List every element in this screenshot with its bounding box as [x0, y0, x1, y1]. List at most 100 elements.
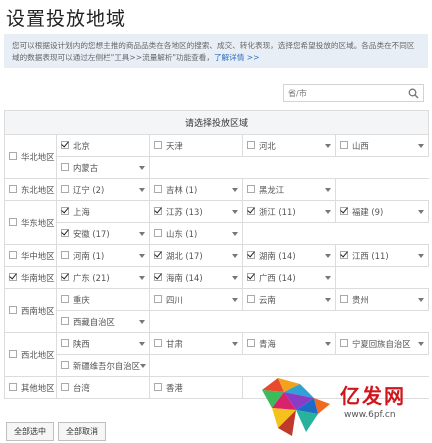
- province-checkbox[interactable]: [61, 184, 69, 193]
- province-checkbox[interactable]: [247, 272, 255, 281]
- region-group-cell[interactable]: 其他地区: [4, 376, 57, 399]
- chevron-down-icon[interactable]: [232, 341, 238, 346]
- province-cell[interactable]: 吉林 (1): [149, 178, 243, 201]
- province-cell[interactable]: 重庆: [56, 288, 150, 311]
- region-group-cell[interactable]: 华中地区: [4, 244, 57, 267]
- chevron-down-icon[interactable]: [325, 209, 331, 214]
- chevron-down-icon[interactable]: [139, 253, 145, 258]
- province-cell[interactable]: 北京: [56, 134, 150, 157]
- chevron-down-icon[interactable]: [139, 319, 145, 324]
- province-checkbox[interactable]: [61, 140, 69, 149]
- chevron-down-icon[interactable]: [139, 341, 145, 346]
- province-cell[interactable]: 云南: [242, 288, 336, 311]
- region-group-checkbox[interactable]: [9, 185, 17, 193]
- province-checkbox[interactable]: [154, 184, 162, 193]
- chevron-down-icon[interactable]: [140, 363, 146, 368]
- region-group-checkbox[interactable]: [9, 350, 17, 358]
- province-cell[interactable]: 内蒙古: [56, 156, 150, 179]
- province-checkbox[interactable]: [340, 294, 348, 303]
- chevron-down-icon[interactable]: [325, 341, 331, 346]
- cancel-all-button[interactable]: 全部取消: [58, 422, 106, 441]
- province-cell[interactable]: 辽宁 (2): [56, 178, 150, 201]
- province-checkbox[interactable]: [154, 206, 162, 215]
- province-cell[interactable]: 湖北 (17): [149, 244, 243, 267]
- province-checkbox[interactable]: [61, 228, 69, 237]
- province-cell[interactable]: 河北: [242, 134, 336, 157]
- province-checkbox[interactable]: [154, 338, 162, 347]
- province-checkbox[interactable]: [154, 250, 162, 259]
- region-group-cell[interactable]: 华南地区: [4, 266, 57, 289]
- region-group-checkbox[interactable]: [9, 218, 17, 226]
- province-cell[interactable]: 江苏 (13): [149, 200, 243, 223]
- region-group-checkbox[interactable]: [9, 306, 17, 314]
- region-group-checkbox[interactable]: [9, 251, 17, 259]
- province-cell[interactable]: 贵州: [334, 288, 430, 311]
- chevron-down-icon[interactable]: [325, 253, 331, 258]
- region-group-cell[interactable]: 西南地区: [4, 288, 57, 333]
- chevron-down-icon[interactable]: [418, 297, 425, 302]
- chevron-down-icon[interactable]: [232, 187, 238, 192]
- chevron-down-icon[interactable]: [139, 187, 145, 192]
- province-cell[interactable]: 陕西: [56, 332, 150, 355]
- province-checkbox[interactable]: [154, 294, 162, 303]
- province-cell[interactable]: 香港: [149, 376, 243, 399]
- chevron-down-icon[interactable]: [232, 275, 238, 280]
- province-cell[interactable]: 上海: [56, 200, 150, 223]
- region-group-checkbox[interactable]: [9, 152, 17, 160]
- province-checkbox[interactable]: [154, 272, 162, 281]
- province-cell[interactable]: 广西 (14): [242, 266, 336, 289]
- province-checkbox[interactable]: [340, 206, 348, 215]
- province-cell[interactable]: 海南 (14): [149, 266, 243, 289]
- province-checkbox[interactable]: [340, 140, 348, 149]
- province-cell[interactable]: 河南 (1): [56, 244, 150, 267]
- province-cell[interactable]: 黑龙江: [242, 178, 336, 201]
- province-cell[interactable]: 山西: [334, 134, 430, 157]
- province-cell[interactable]: 宁夏回族自治区: [334, 332, 430, 355]
- province-checkbox[interactable]: [247, 338, 255, 347]
- province-checkbox[interactable]: [61, 162, 69, 171]
- province-checkbox[interactable]: [247, 250, 255, 259]
- province-checkbox[interactable]: [154, 228, 162, 237]
- province-checkbox[interactable]: [61, 250, 69, 259]
- province-checkbox[interactable]: [61, 316, 69, 325]
- province-checkbox[interactable]: [247, 184, 255, 193]
- chevron-down-icon[interactable]: [139, 165, 145, 170]
- chevron-down-icon[interactable]: [325, 275, 331, 280]
- province-cell[interactable]: 江西 (11): [334, 244, 430, 267]
- province-checkbox[interactable]: [61, 382, 69, 391]
- province-cell[interactable]: 四川: [149, 288, 243, 311]
- chevron-down-icon[interactable]: [325, 143, 331, 148]
- chevron-down-icon[interactable]: [418, 253, 425, 258]
- province-cell[interactable]: 湖南 (14): [242, 244, 336, 267]
- province-checkbox[interactable]: [61, 360, 69, 369]
- province-cell[interactable]: 山东 (1): [149, 222, 243, 245]
- chevron-down-icon[interactable]: [139, 275, 145, 280]
- province-cell[interactable]: 青海: [242, 332, 336, 355]
- learn-more-link[interactable]: 了解详情 >>: [214, 53, 260, 62]
- chevron-down-icon[interactable]: [418, 341, 425, 346]
- chevron-down-icon[interactable]: [139, 231, 145, 236]
- province-cell[interactable]: 安徽 (17): [56, 222, 150, 245]
- region-group-checkbox[interactable]: [9, 383, 17, 391]
- province-checkbox[interactable]: [154, 382, 162, 391]
- chevron-down-icon[interactable]: [418, 209, 425, 214]
- province-checkbox[interactable]: [61, 294, 69, 303]
- province-cell[interactable]: 西藏自治区: [56, 310, 150, 333]
- province-checkbox[interactable]: [61, 272, 69, 281]
- region-group-cell[interactable]: 西北地区: [4, 332, 57, 377]
- province-cell[interactable]: 甘肃: [149, 332, 243, 355]
- chevron-down-icon[interactable]: [325, 297, 331, 302]
- province-checkbox[interactable]: [247, 140, 255, 149]
- chevron-down-icon[interactable]: [232, 297, 238, 302]
- chevron-down-icon[interactable]: [232, 253, 238, 258]
- province-cell[interactable]: 台湾: [56, 376, 150, 399]
- region-group-cell[interactable]: 华北地区: [4, 134, 57, 179]
- province-cell[interactable]: 天津: [149, 134, 243, 157]
- province-cell[interactable]: 浙江 (11): [242, 200, 336, 223]
- province-cell[interactable]: 福建 (9): [334, 200, 430, 223]
- province-checkbox[interactable]: [247, 294, 255, 303]
- province-checkbox[interactable]: [154, 140, 162, 149]
- region-group-checkbox[interactable]: [9, 273, 17, 281]
- chevron-down-icon[interactable]: [232, 231, 238, 236]
- chevron-down-icon[interactable]: [325, 187, 331, 192]
